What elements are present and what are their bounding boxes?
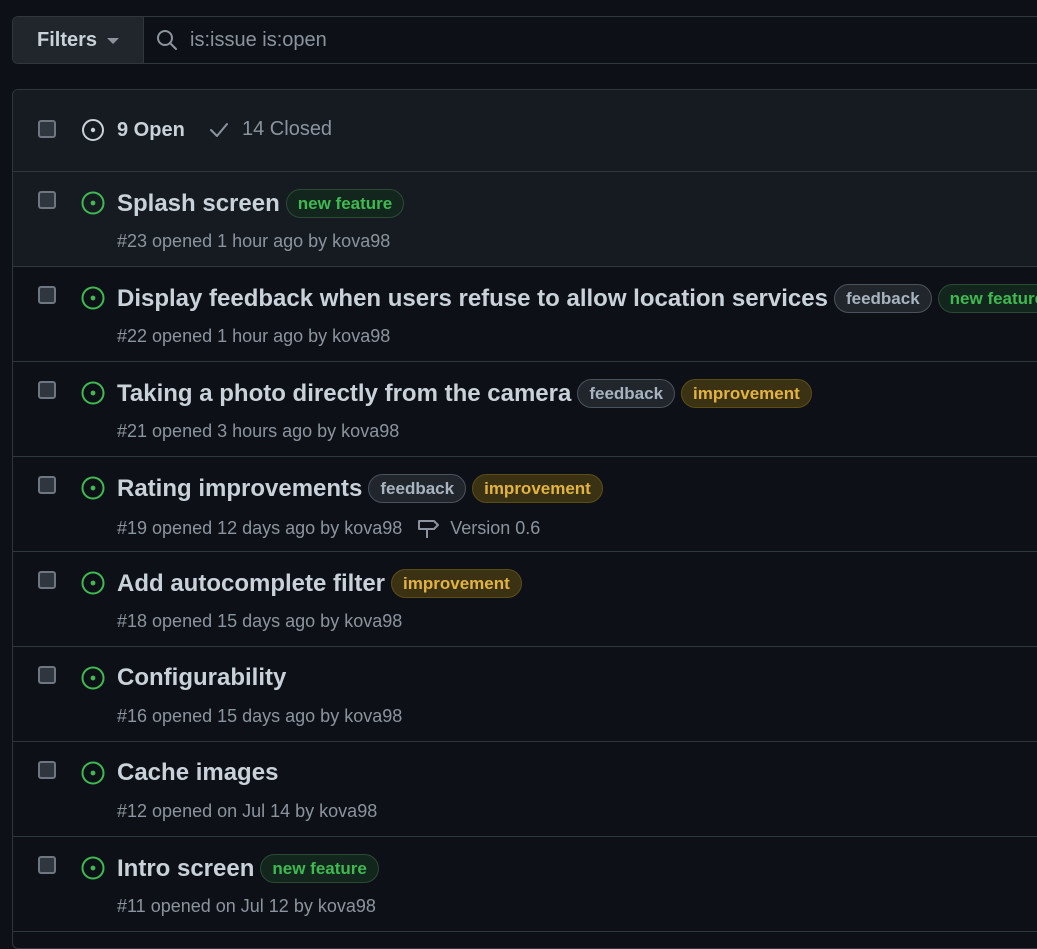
issue-meta-text: #23 opened 1 hour ago by kova98 bbox=[117, 231, 391, 251]
issue-meta-text: #12 opened on Jul 14 by kova98 bbox=[117, 801, 378, 821]
issue-row: Intro screen new feature #11 opened on Jul… bbox=[13, 837, 1037, 932]
issue-title-line: Splash screen new feature bbox=[117, 189, 410, 218]
issue-row: Cache images #12 opened on Jul 14 by kova… bbox=[13, 742, 1037, 837]
issue-title-link[interactable]: Cache images bbox=[117, 759, 278, 787]
issues-list-header: 9 Open 14 Closed bbox=[13, 90, 1037, 172]
issue-label-newfeature[interactable]: new feature bbox=[260, 854, 379, 883]
issue-title-link[interactable]: Rating improvements bbox=[117, 475, 362, 503]
issue-meta: #12 opened on Jul 14 by kova98 bbox=[117, 801, 377, 822]
issue-row: Splash screen new feature #23 opened 1 hou… bbox=[13, 172, 1037, 267]
issue-opened-icon bbox=[80, 190, 106, 221]
issue-row: Configurability #16 opened 15 days ago by… bbox=[13, 647, 1037, 742]
issue-row: Rating improvements feedback improvement #1… bbox=[13, 457, 1037, 552]
issue-label-feedback[interactable]: feedback bbox=[833, 284, 932, 313]
issues-filter-bar: Filters bbox=[12, 16, 1037, 64]
filters-button-label: Filters bbox=[37, 28, 98, 51]
issue-label-feedback[interactable]: feedback bbox=[368, 474, 467, 503]
issue-label-newfeature[interactable]: new feature bbox=[937, 284, 1037, 313]
issue-meta: #19 opened 12 days ago by kova98 Version … bbox=[117, 516, 540, 540]
issue-title-line: Rating improvements feedback improvement bbox=[117, 474, 609, 503]
filters-dropdown-button[interactable]: Filters bbox=[13, 17, 144, 63]
search-input[interactable] bbox=[190, 28, 890, 52]
issue-meta: #21 opened 3 hours ago by kova98 bbox=[117, 421, 399, 442]
issue-meta-text: #19 opened 12 days ago by kova98 bbox=[117, 517, 403, 538]
issue-title-line: Taking a photo directly from the camera f… bbox=[117, 379, 818, 408]
issue-meta: #23 opened 1 hour ago by kova98 bbox=[117, 231, 390, 252]
issue-title-line: Add autocomplete filter improvement bbox=[117, 569, 528, 598]
issue-meta-text: #18 opened 15 days ago by kova98 bbox=[117, 611, 403, 631]
issue-title-link[interactable]: Configurability bbox=[117, 664, 286, 692]
milestone-label: Version 0.6 bbox=[450, 517, 541, 538]
select-all-checkbox[interactable] bbox=[38, 120, 56, 138]
search-icon bbox=[157, 30, 177, 50]
issue-row: Add autocomplete filter improvement #18 op… bbox=[13, 552, 1037, 647]
issue-title-line: Cache images bbox=[117, 759, 284, 787]
issue-checkbox[interactable] bbox=[38, 571, 56, 589]
closed-issues-tab[interactable]: 14 Closed bbox=[208, 118, 332, 141]
issue-search bbox=[144, 17, 1037, 63]
issue-checkbox[interactable] bbox=[38, 476, 56, 494]
issue-checkbox[interactable] bbox=[38, 666, 56, 684]
issue-opened-icon bbox=[80, 760, 106, 791]
issue-label-improvement[interactable]: improvement bbox=[472, 474, 603, 503]
issue-opened-icon bbox=[80, 570, 106, 601]
issue-title-link[interactable]: Splash screen bbox=[117, 190, 280, 218]
caret-down-icon bbox=[107, 38, 120, 44]
check-icon bbox=[210, 122, 228, 137]
issue-row: Taking a photo directly from the camera f… bbox=[13, 362, 1037, 457]
issue-meta-text: #22 opened 1 hour ago by kova98 bbox=[117, 326, 391, 346]
issue-opened-icon bbox=[80, 285, 106, 316]
issue-opened-icon bbox=[80, 855, 106, 886]
issue-title-link[interactable]: Intro screen bbox=[117, 855, 254, 883]
issue-opened-icon bbox=[80, 380, 106, 411]
issue-title-link[interactable]: Taking a photo directly from the camera bbox=[117, 380, 571, 408]
issue-title-line: Intro screen new feature bbox=[117, 854, 385, 883]
issue-label-newfeature[interactable]: new feature bbox=[285, 189, 405, 218]
issue-checkbox[interactable] bbox=[38, 856, 56, 874]
issue-title-line: Display feedback when users refuse to al… bbox=[117, 284, 1037, 313]
issue-title-line: Configurability bbox=[117, 664, 292, 692]
issue-meta: #11 opened on Jul 12 by kova98 bbox=[117, 896, 376, 917]
issue-opened-icon bbox=[82, 119, 104, 141]
issue-opened-icon bbox=[80, 665, 106, 696]
issue-meta: #18 opened 15 days ago by kova98 bbox=[117, 611, 402, 632]
issues-list-box: 9 Open 14 Closed Splash screen new featur… bbox=[12, 89, 1037, 949]
issue-meta-text: #16 opened 15 days ago by kova98 bbox=[117, 706, 403, 726]
closed-count-label: 14 Closed bbox=[242, 118, 333, 140]
issue-label-improvement[interactable]: improvement bbox=[391, 569, 522, 598]
milestone-icon bbox=[416, 516, 446, 540]
issue-checkbox[interactable] bbox=[38, 191, 56, 209]
issue-checkbox[interactable] bbox=[38, 381, 56, 399]
issue-meta-text: #21 opened 3 hours ago by kova98 bbox=[117, 421, 400, 441]
issue-label-feedback[interactable]: feedback bbox=[577, 379, 676, 408]
issue-checkbox[interactable] bbox=[38, 761, 56, 779]
issue-meta: #16 opened 15 days ago by kova98 bbox=[117, 706, 402, 727]
open-issues-tab[interactable]: 9 Open bbox=[81, 118, 185, 142]
open-count-label: 9 Open bbox=[117, 118, 185, 141]
issue-opened-icon bbox=[80, 475, 106, 506]
issue-checkbox[interactable] bbox=[38, 286, 56, 304]
issue-title-link[interactable]: Display feedback when users refuse to al… bbox=[117, 285, 828, 313]
issue-title-link[interactable]: Add autocomplete filter bbox=[117, 570, 385, 598]
issue-list: Splash screen new feature #23 opened 1 hou… bbox=[13, 172, 1037, 932]
issue-row: Display feedback when users refuse to al… bbox=[13, 267, 1037, 362]
issue-milestone-link[interactable]: Version 0.6 bbox=[416, 516, 540, 540]
issue-meta: #22 opened 1 hour ago by kova98 bbox=[117, 326, 390, 347]
issue-label-improvement[interactable]: improvement bbox=[681, 379, 812, 408]
issue-meta-text: #11 opened on Jul 12 by kova98 bbox=[117, 896, 376, 916]
